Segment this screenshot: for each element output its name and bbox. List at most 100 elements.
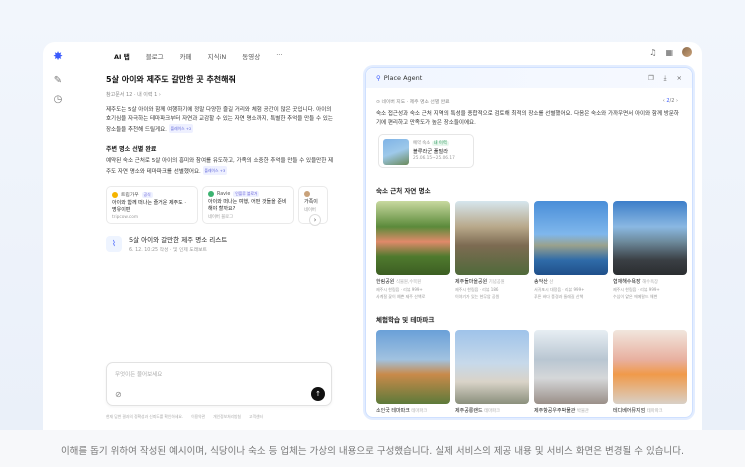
place-type: 기념공원 <box>488 280 505 285</box>
citation-badge[interactable]: 플레이스 +3 <box>202 166 228 175</box>
section-nature-title: 숙소 근처 자연 명소 <box>376 187 431 195</box>
route-icon: ⌇ <box>106 235 122 252</box>
booking-badge: 내 이력 <box>431 141 449 146</box>
place-photo <box>376 330 450 404</box>
logo-icon[interactable]: ✸ <box>53 50 65 62</box>
place-name: 협재해수욕장 <box>613 279 641 285</box>
place-desc: 푸른 바다 풍경과 둘레길 산책 <box>534 294 584 299</box>
source-logo-icon <box>112 191 118 198</box>
nature-grid: 한림공원 식물원,수목원제주시 한림읍 · 리뷰 999+ 사계절 꽃이 예쁜 제… <box>376 201 687 300</box>
chat-thread: 5살 아이와 제주도 갈만한 곳 추천해줘 참고문서 12 · 내 이력 1 ›… <box>106 74 336 253</box>
new-chat-icon[interactable]: ✎ <box>52 75 64 87</box>
booking-name: 블루라군 풀빌라 <box>413 149 449 155</box>
footer-support-link[interactable]: 고객센터 <box>249 414 263 420</box>
place-card[interactable]: 송악산 산 서귀포시 대정읍 · 리뷰 999+ 푸른 바다 풍경과 둘레길 산책 <box>534 201 608 300</box>
place-type: 박물관 <box>577 409 589 414</box>
place-name: 제주돌마을공원 <box>455 279 488 285</box>
source-title: 가족이 <box>304 199 318 205</box>
footer-privacy-link[interactable]: 개인정보처리방침 <box>213 414 241 420</box>
place-card[interactable]: 소인국 테마파크 테마파크 <box>376 330 450 414</box>
place-info: 제주시 한림읍 · 리뷰 186 <box>455 287 499 292</box>
avatar[interactable] <box>682 47 692 57</box>
footer-links: 현재 답변 결과의 정확성과 신뢰도를 확인하세요. 이용약관 개인정보처리방침… <box>106 414 346 420</box>
pager: ‹ 2/2 › <box>663 98 678 104</box>
place-type: 해수욕장 <box>642 280 659 285</box>
copy-icon[interactable]: ❐ <box>648 74 654 83</box>
top-tabs: AI 탭 블로그 카페 지식iN 동영상 ··· <box>106 48 290 64</box>
place-photo <box>455 330 529 404</box>
tab-blog[interactable]: 블로그 <box>138 48 172 64</box>
section-paragraph: 예약된 숙소 근처로 5살 아이의 흥미와 참여를 유도하고, 가족의 소중한 … <box>106 157 336 177</box>
place-type: 식물원,수목원 <box>396 280 422 285</box>
citation-badge[interactable]: 플레이스 +2 <box>168 124 194 133</box>
send-button[interactable]: ↑ <box>311 387 325 401</box>
top-right-toolbar: ♫ ▦ <box>649 47 692 57</box>
place-photo <box>455 201 529 275</box>
bell-icon[interactable]: ♫ <box>649 48 656 57</box>
tab-video[interactable]: 동영상 <box>234 48 268 64</box>
place-photo <box>613 330 687 404</box>
place-desc: 사계절 꽃이 예쁜 제주 산책로 <box>376 294 426 299</box>
reference-meta[interactable]: 참고문서 12 · 내 이력 1 › <box>106 91 336 98</box>
more-tabs-button[interactable]: ··· <box>268 48 290 64</box>
source-title: 아이와 함께 떠나는 즐거운 제주도 · 명유이편 <box>112 200 186 213</box>
question-title: 5살 아이와 제주도 갈만한 곳 추천해줘 <box>106 75 236 84</box>
place-photo <box>534 330 608 404</box>
tab-kin[interactable]: 지식iN <box>200 48 235 64</box>
theme-grid: 소인국 테마파크 테마파크 제주공룡랜드 테마파크 제주항공우주박물관 박물관 … <box>376 330 687 414</box>
place-info: 제주시 한림읍 · 리뷰 999+ <box>613 287 660 292</box>
place-name: 한림공원 <box>376 279 395 285</box>
close-icon[interactable]: × <box>677 74 682 83</box>
place-type: 테마파크 <box>484 409 501 414</box>
place-desc: 이야기가 있는 현무암 공원 <box>455 294 500 299</box>
app-window: ✸ ✎ ◷ AI 탭 블로그 카페 지식iN 동영상 ··· ♫ ▦ 5살 아이… <box>43 42 702 430</box>
place-info: 서귀포시 대정읍 · 리뷰 999+ <box>534 287 585 292</box>
next-icon[interactable]: › <box>674 98 678 104</box>
place-card[interactable]: 한림공원 식물원,수목원제주시 한림읍 · 리뷰 999+ 사계절 꽃이 예쁜 제… <box>376 201 450 300</box>
place-name: 제주공룡랜드 <box>455 408 483 414</box>
booking-dates: 25.06.15~25.06.17 <box>413 156 455 161</box>
panel-title-text: Place Agent <box>383 74 423 82</box>
attach-icon[interactable]: ⊘ <box>115 390 122 399</box>
list-item-title: 5살 아이와 갈만한 제주 명소 리스트 <box>129 236 228 244</box>
tab-ai[interactable]: AI 탭 <box>106 48 138 64</box>
chat-input-placeholder[interactable]: 무엇이든 물어보세요 <box>115 370 162 378</box>
breadcrumb-text: 네이버 지도 · 제주 명소 선별 완료 <box>381 100 450 105</box>
place-type: 산 <box>549 280 554 285</box>
section-theme-title: 체험학습 및 테마파크 <box>376 316 435 324</box>
source-domain: tripcow.com <box>112 215 139 220</box>
answer-paragraph: 제주도는 5살 아이와 함께 여행하기에 정말 다양한 즐길 거리와 체험 공간… <box>106 106 336 135</box>
place-photo <box>534 201 608 275</box>
chevron-right-icon[interactable]: › <box>309 214 321 226</box>
apps-grid-icon[interactable]: ▦ <box>665 48 673 57</box>
answer-text: 제주도는 5살 아이와 함께 여행하기에 정말 다양한 즐길 거리와 체험 공간… <box>106 107 333 133</box>
place-agent-panel: ⚲ Place Agent ❐ ⤓ × ⊙ 네이버 지도 · 제주 명소 선별 완… <box>365 67 693 418</box>
list-item[interactable]: ⌇ 5살 아이와 갈만한 제주 명소 리스트 6. 12. 10:25 작성 ·… <box>106 234 336 253</box>
source-name: Ravie <box>217 191 231 197</box>
footer-notice: 현재 답변 결과의 정확성과 신뢰도를 확인하세요. <box>106 414 184 419</box>
source-card[interactable]: 트립가우 공식 아이와 함께 떠나는 즐거운 제주도 · 명유이편 tripcow… <box>106 186 198 224</box>
source-tag: 인플루 블로거 <box>233 191 260 197</box>
panel-description: 숙소 접근성과 숙소 근처 지역의 특성을 종합적으로 검토해 최적의 장소를 … <box>376 111 679 126</box>
place-card[interactable]: 협재해수욕장 해수욕장 제주시 한림읍 · 리뷰 999+ 수심이 얕은 에메랄드 … <box>613 201 687 300</box>
place-info: 제주시 한림읍 · 리뷰 999+ <box>376 287 423 292</box>
place-card[interactable]: 제주돌마을공원 기념공원제주시 한림읍 · 리뷰 186 이야기가 있는 현무암 … <box>455 201 529 300</box>
place-card[interactable]: 제주항공우주박물관 박물관 <box>534 330 608 414</box>
source-domain: 네이버 <box>304 208 316 213</box>
disclaimer-caption: 이해를 돕기 위하여 작성된 예시이며, 식당이나 숙소 등 업체는 가상의 내… <box>60 446 685 457</box>
source-card[interactable]: Ravie 인플루 블로거 아이와 떠나는 여행, 어떤 것들을 준비해야 할까요… <box>202 186 294 224</box>
chat-input-box[interactable]: 무엇이든 물어보세요 ⊘ ↑ <box>106 362 332 406</box>
download-icon[interactable]: ⤓ <box>664 74 667 83</box>
booking-label: 예약 숙소 <box>413 141 431 146</box>
source-name: 트립가우 <box>121 193 139 198</box>
place-card[interactable]: 제주공룡랜드 테마파크 <box>455 330 529 414</box>
panel-title: ⚲ Place Agent <box>376 74 422 82</box>
breadcrumb: ⊙ 네이버 지도 · 제주 명소 선별 완료 <box>376 98 450 105</box>
place-card[interactable]: 테디베어뮤지엄 테마파크 <box>613 330 687 414</box>
footer-terms-link[interactable]: 이용약관 <box>191 414 205 420</box>
place-name: 테디베어뮤지엄 <box>613 408 646 414</box>
booking-card[interactable]: 예약 숙소 내 이력 블루라군 풀빌라 25.06.15~25.06.17 <box>378 134 474 168</box>
source-logo-icon <box>208 191 214 197</box>
tab-cafe[interactable]: 카페 <box>172 48 200 64</box>
history-icon[interactable]: ◷ <box>52 94 64 106</box>
